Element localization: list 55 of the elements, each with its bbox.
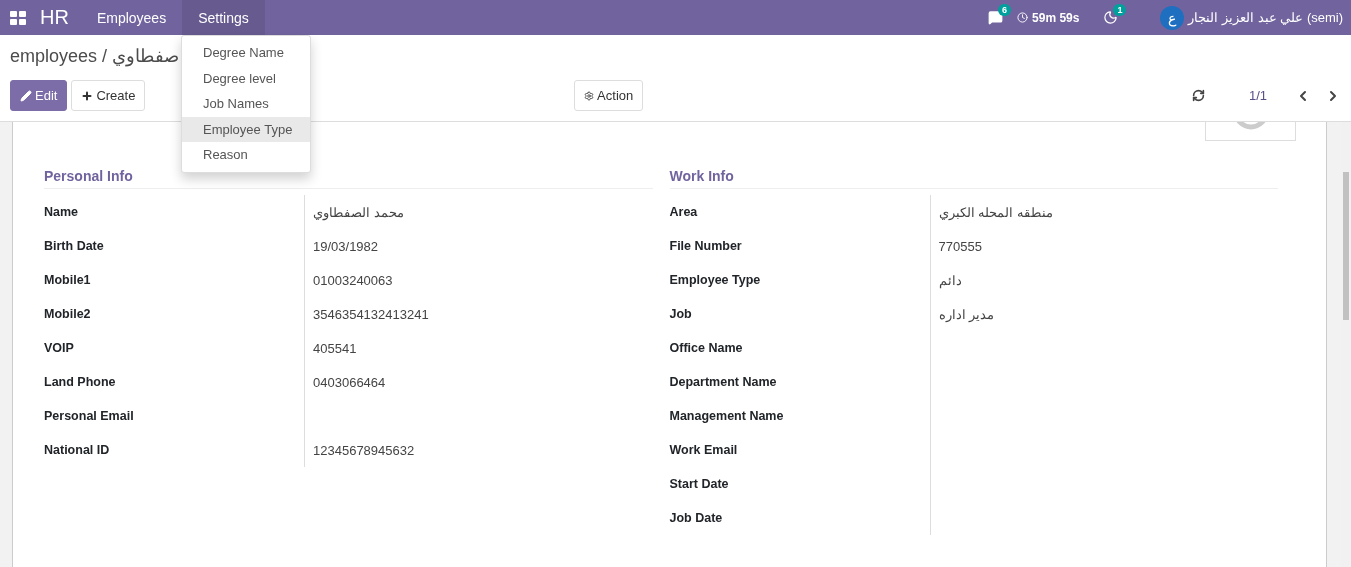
- field-label: Personal Email: [44, 408, 135, 425]
- field-value: منطقه المحله الكبري: [938, 204, 1053, 220]
- field-label: Department Name: [669, 374, 778, 391]
- field-label: Job Date: [669, 510, 724, 527]
- field-value: دائم: [938, 272, 962, 288]
- dropdown-item[interactable]: Degree Name: [182, 40, 310, 66]
- create-button[interactable]: Create: [71, 80, 146, 111]
- edit-button[interactable]: Edit: [10, 80, 68, 111]
- field-label: Job: [669, 306, 693, 323]
- field-value: 0403066464: [313, 374, 386, 390]
- field-label: Mobile2: [44, 306, 92, 323]
- clock-icon: [1017, 12, 1029, 23]
- field-label: Office Name: [669, 340, 744, 357]
- dropdown-item[interactable]: Employee Type: [182, 116, 310, 142]
- dropdown-item[interactable]: Degree level: [182, 65, 310, 91]
- pencil-icon: [20, 89, 32, 102]
- field-value: 405541: [313, 340, 357, 356]
- dropdown-item[interactable]: Reason: [182, 142, 310, 168]
- field-label: Name: [44, 204, 80, 221]
- plus-icon: [81, 89, 94, 102]
- field-value: 770555: [938, 238, 982, 254]
- field-label: File Number: [669, 238, 743, 255]
- nav-menu-item[interactable]: Employees: [80, 0, 183, 35]
- field-value: مدير اداره: [938, 306, 995, 322]
- field-label: National ID: [44, 442, 111, 459]
- user-avatar[interactable]: ع: [1160, 5, 1185, 30]
- chat-icon[interactable]: [988, 10, 1004, 25]
- count-badge: 6: [998, 4, 1012, 16]
- field-value: 12345678945632: [313, 442, 415, 458]
- field-label: Birth Date: [44, 238, 105, 255]
- field-label: Land Phone: [44, 374, 117, 391]
- action-button[interactable]: Action: [574, 80, 644, 111]
- field-value: 3546354132413241: [313, 306, 429, 322]
- field-label: Employee Type: [669, 272, 762, 289]
- moon-icon[interactable]: [1103, 10, 1119, 25]
- field-label: VOIP: [44, 340, 75, 357]
- field-label: Mobile1: [44, 272, 92, 289]
- gear-icon: [584, 90, 595, 101]
- field-label: Start Date: [669, 476, 730, 493]
- field-value: 01003240063: [313, 272, 393, 288]
- count-badge: 1: [1113, 4, 1127, 16]
- timer-label: 59m 59s: [1032, 10, 1080, 25]
- field-value: 19/03/1982: [313, 238, 379, 254]
- refresh-icon[interactable]: [1191, 89, 1205, 102]
- nav-menu-item[interactable]: Settings: [182, 0, 265, 35]
- breadcrumb: employees / صفطاوي: [10, 45, 180, 69]
- field-value: محمد الصفطاوي: [313, 204, 404, 220]
- field-label: Work Email: [669, 442, 739, 459]
- dropdown-item[interactable]: Job Names: [182, 91, 310, 117]
- group-title: Work Info: [669, 168, 1278, 189]
- pager-counter[interactable]: 1/1: [1248, 88, 1267, 103]
- user-name[interactable]: علي عبد العزيز النجار (semi): [1188, 10, 1343, 25]
- field-label: Area: [669, 204, 699, 221]
- field-label: Management Name: [669, 408, 785, 425]
- app-title: HR: [39, 5, 70, 30]
